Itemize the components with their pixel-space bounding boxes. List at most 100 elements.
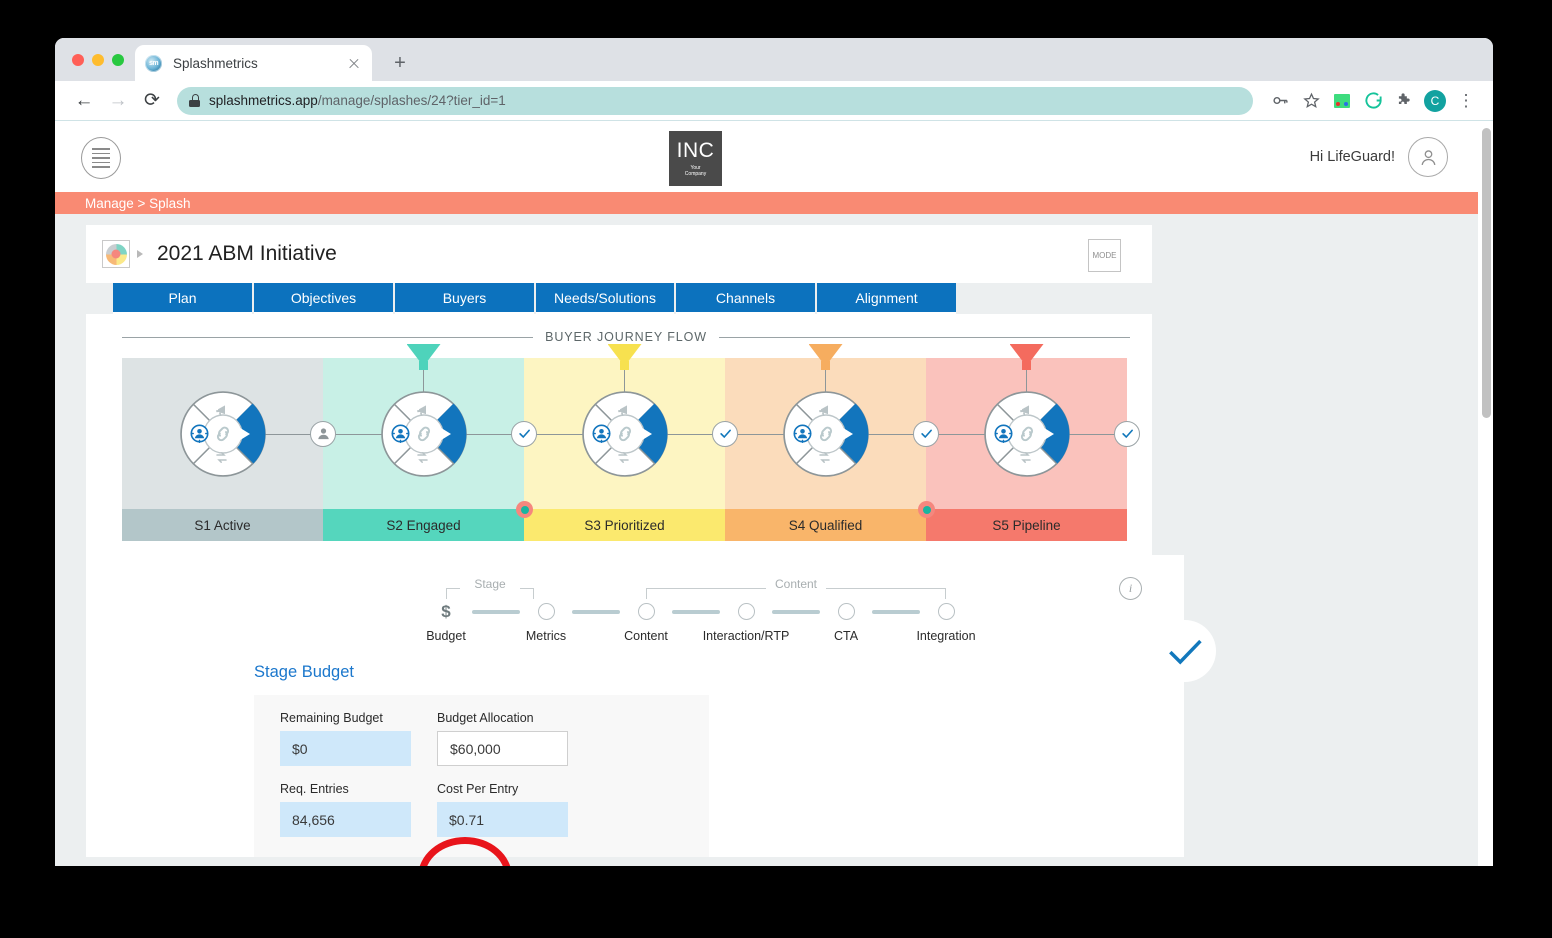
- stepper-step-integration[interactable]: Integration: [896, 603, 996, 643]
- field-label: Budget Allocation: [437, 711, 534, 725]
- connector-person-icon[interactable]: [310, 420, 336, 447]
- browser-menu-button[interactable]: ⋮: [1453, 88, 1479, 114]
- tab-objectives[interactable]: Objectives: [254, 283, 393, 314]
- close-tab-icon[interactable]: [346, 55, 362, 71]
- tab-alignment[interactable]: Alignment: [817, 283, 956, 314]
- url-domain: splashmetrics.app: [209, 93, 318, 108]
- stepper-step-cta[interactable]: CTA: [796, 603, 896, 643]
- journey-node-icon: [179, 390, 266, 477]
- check-icon: [719, 429, 731, 439]
- input-budget-allocation[interactable]: $60,000: [437, 731, 568, 766]
- window-traffic-lights: [72, 54, 124, 66]
- check-icon: [920, 429, 932, 439]
- stage-label: S4 Qualified: [725, 509, 926, 541]
- field-cost-per-entry: Cost Per Entry $0.71: [437, 782, 568, 837]
- readonly-value-req-entries: 84,656: [280, 802, 411, 837]
- browser-tab[interactable]: Splashmetrics: [135, 45, 372, 81]
- grammarly-extension-icon[interactable]: [1360, 88, 1386, 114]
- reload-button[interactable]: ⟳: [137, 86, 167, 116]
- forward-button[interactable]: →: [103, 86, 133, 116]
- hamburger-menu-icon[interactable]: [81, 137, 121, 179]
- web-page: INC Your Company Hi LifeGuard! Manage > S…: [55, 122, 1478, 866]
- field-label: Cost Per Entry: [437, 782, 519, 796]
- address-bar-url: splashmetrics.app/manage/splashes/24?tie…: [209, 93, 506, 108]
- stepper-step-interaction-rtp[interactable]: Interaction/RTP: [696, 603, 796, 643]
- field-label: Remaining Budget: [280, 711, 383, 725]
- check-icon: [1121, 429, 1133, 439]
- journey-stage-2[interactable]: S2 Engaged: [323, 344, 537, 541]
- maximize-window-button[interactable]: [112, 54, 124, 66]
- connector-check-icon[interactable]: [511, 420, 537, 447]
- splash-title-card: 2021 ABM Initiative MODE: [86, 225, 1152, 283]
- tab-plan[interactable]: Plan: [113, 283, 252, 314]
- field-budget-allocation: Budget Allocation $60,000: [437, 711, 568, 766]
- funnel-icon: [406, 344, 441, 420]
- stage-body: [122, 358, 336, 509]
- user-menu[interactable]: Hi LifeGuard!: [1310, 137, 1448, 177]
- app-tab-bar: Plan Objectives Buyers Needs/Solutions Chann…: [86, 283, 1152, 314]
- password-key-icon[interactable]: [1267, 88, 1293, 114]
- close-window-button[interactable]: [72, 54, 84, 66]
- colors-extension-icon[interactable]: [1329, 88, 1355, 114]
- stage-label: S2 Engaged: [323, 509, 524, 541]
- stage-transition-dot[interactable]: [516, 501, 533, 518]
- stepper-step-content[interactable]: Content: [596, 603, 696, 643]
- budget-form: Remaining Budget $0 Budget Allocation $60…: [254, 695, 709, 857]
- stepper-step-metrics[interactable]: Metrics: [496, 603, 596, 643]
- funnel-icon: [1009, 344, 1044, 420]
- mode-button[interactable]: MODE: [1088, 239, 1121, 272]
- step-label: Metrics: [525, 629, 567, 643]
- journey-stage-3[interactable]: S3 Prioritized: [524, 344, 738, 541]
- scrollbar-thumb[interactable]: [1482, 128, 1491, 418]
- profile-avatar-button[interactable]: C: [1422, 88, 1448, 114]
- tab-buyers[interactable]: Buyers: [395, 283, 534, 314]
- funnel-icon: [607, 344, 642, 420]
- stage-body: [725, 344, 939, 518]
- stage-label: S3 Prioritized: [524, 509, 725, 541]
- info-icon[interactable]: i: [1119, 577, 1142, 600]
- user-greeting: Hi LifeGuard!: [1309, 149, 1395, 165]
- breadcrumb[interactable]: Manage > Splash: [85, 196, 190, 211]
- journey-node[interactable]: [380, 390, 467, 477]
- funnel-icon: [808, 344, 843, 420]
- tab-channels[interactable]: Channels: [676, 283, 815, 314]
- hamburger-lines: [92, 148, 110, 168]
- step-label: Budget: [426, 629, 466, 643]
- splash-pie-icon[interactable]: [102, 240, 130, 268]
- journey-stage-1[interactable]: S1 Active: [122, 358, 336, 541]
- connector-check-icon[interactable]: [1114, 420, 1140, 447]
- connector-check-icon[interactable]: [913, 420, 939, 447]
- person-icon: [317, 428, 329, 440]
- journey-stage-5[interactable]: S5 Pipeline: [926, 344, 1140, 541]
- step-circle-icon: [937, 603, 955, 620]
- journey-header: BUYER JOURNEY FLOW: [113, 330, 1139, 344]
- journey-node[interactable]: [581, 390, 668, 477]
- stage-label: S1 Active: [122, 509, 323, 541]
- minimize-window-button[interactable]: [92, 54, 104, 66]
- back-button[interactable]: ←: [69, 86, 99, 116]
- stepper-step-budget[interactable]: $ Budget: [396, 603, 496, 643]
- new-tab-button[interactable]: +: [387, 50, 413, 76]
- page-title: 2021 ABM Initiative: [157, 242, 337, 265]
- page-scrollbar[interactable]: [1478, 122, 1493, 866]
- avatar[interactable]: [1408, 137, 1448, 177]
- connector-check-icon[interactable]: [712, 420, 738, 447]
- lock-icon: [189, 94, 200, 107]
- readonly-value-remaining-budget: $0: [280, 731, 411, 766]
- tab-needs-solutions[interactable]: Needs/Solutions: [536, 283, 674, 314]
- address-bar[interactable]: splashmetrics.app/manage/splashes/24?tie…: [177, 86, 1253, 115]
- bookmark-star-icon[interactable]: [1298, 88, 1324, 114]
- buyer-journey-panel: BUYER JOURNEY FLOW S1 Active S2 Engaged …: [113, 314, 1140, 555]
- puzzle-extensions-icon[interactable]: [1391, 88, 1417, 114]
- check-icon: [518, 429, 530, 439]
- journey-node-icon: [983, 390, 1070, 477]
- journey-stage-4[interactable]: S4 Qualified: [725, 344, 939, 541]
- stage-detail-panel: Stage Content $ Budget Metrics Content Int…: [158, 555, 1184, 857]
- journey-title: BUYER JOURNEY FLOW: [545, 330, 707, 344]
- journey-node[interactable]: [179, 390, 266, 477]
- stage-transition-dot[interactable]: [918, 501, 935, 518]
- journey-node[interactable]: [983, 390, 1070, 477]
- app-header: INC Your Company Hi LifeGuard!: [55, 122, 1478, 192]
- journey-node[interactable]: [782, 390, 869, 477]
- stage-body: [524, 344, 738, 509]
